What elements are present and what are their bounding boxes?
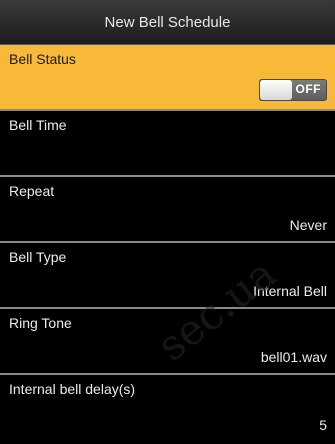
bell-status-toggle[interactable]: OFF [259, 79, 327, 101]
setting-row-bell-status[interactable]: Bell Status OFF [0, 45, 335, 111]
page-title-text: New Bell Schedule [104, 13, 231, 31]
settings-list: Bell Status OFF Bell Time Repeat Never B… [0, 45, 335, 441]
setting-row-bell-type[interactable]: Bell Type Internal Bell [0, 243, 335, 309]
setting-label-internal-bell-delay: Internal bell delay(s) [9, 381, 136, 397]
toggle-state-text: OFF [295, 82, 321, 96]
setting-value-bell-type: Internal Bell [253, 283, 327, 299]
toggle-knob [260, 80, 292, 100]
setting-label-ring-tone: Ring Tone [9, 315, 72, 331]
device-screen: New Bell Schedule Bell Status OFF Bell T… [0, 0, 335, 444]
setting-label-bell-status: Bell Status [9, 51, 76, 67]
setting-label-repeat: Repeat [9, 183, 55, 199]
setting-value-repeat: Never [289, 217, 327, 233]
setting-label-bell-time: Bell Time [9, 117, 67, 133]
setting-value-internal-bell-delay: 5 [319, 417, 327, 433]
setting-row-bell-time[interactable]: Bell Time [0, 111, 335, 177]
setting-value-ring-tone: bell01.wav [260, 349, 327, 365]
setting-row-repeat[interactable]: Repeat Never [0, 177, 335, 243]
setting-row-internal-bell-delay[interactable]: Internal bell delay(s) 5 [0, 375, 335, 441]
setting-row-ring-tone[interactable]: Ring Tone bell01.wav [0, 309, 335, 375]
setting-label-bell-type: Bell Type [9, 249, 67, 265]
page-title: New Bell Schedule [0, 0, 335, 45]
